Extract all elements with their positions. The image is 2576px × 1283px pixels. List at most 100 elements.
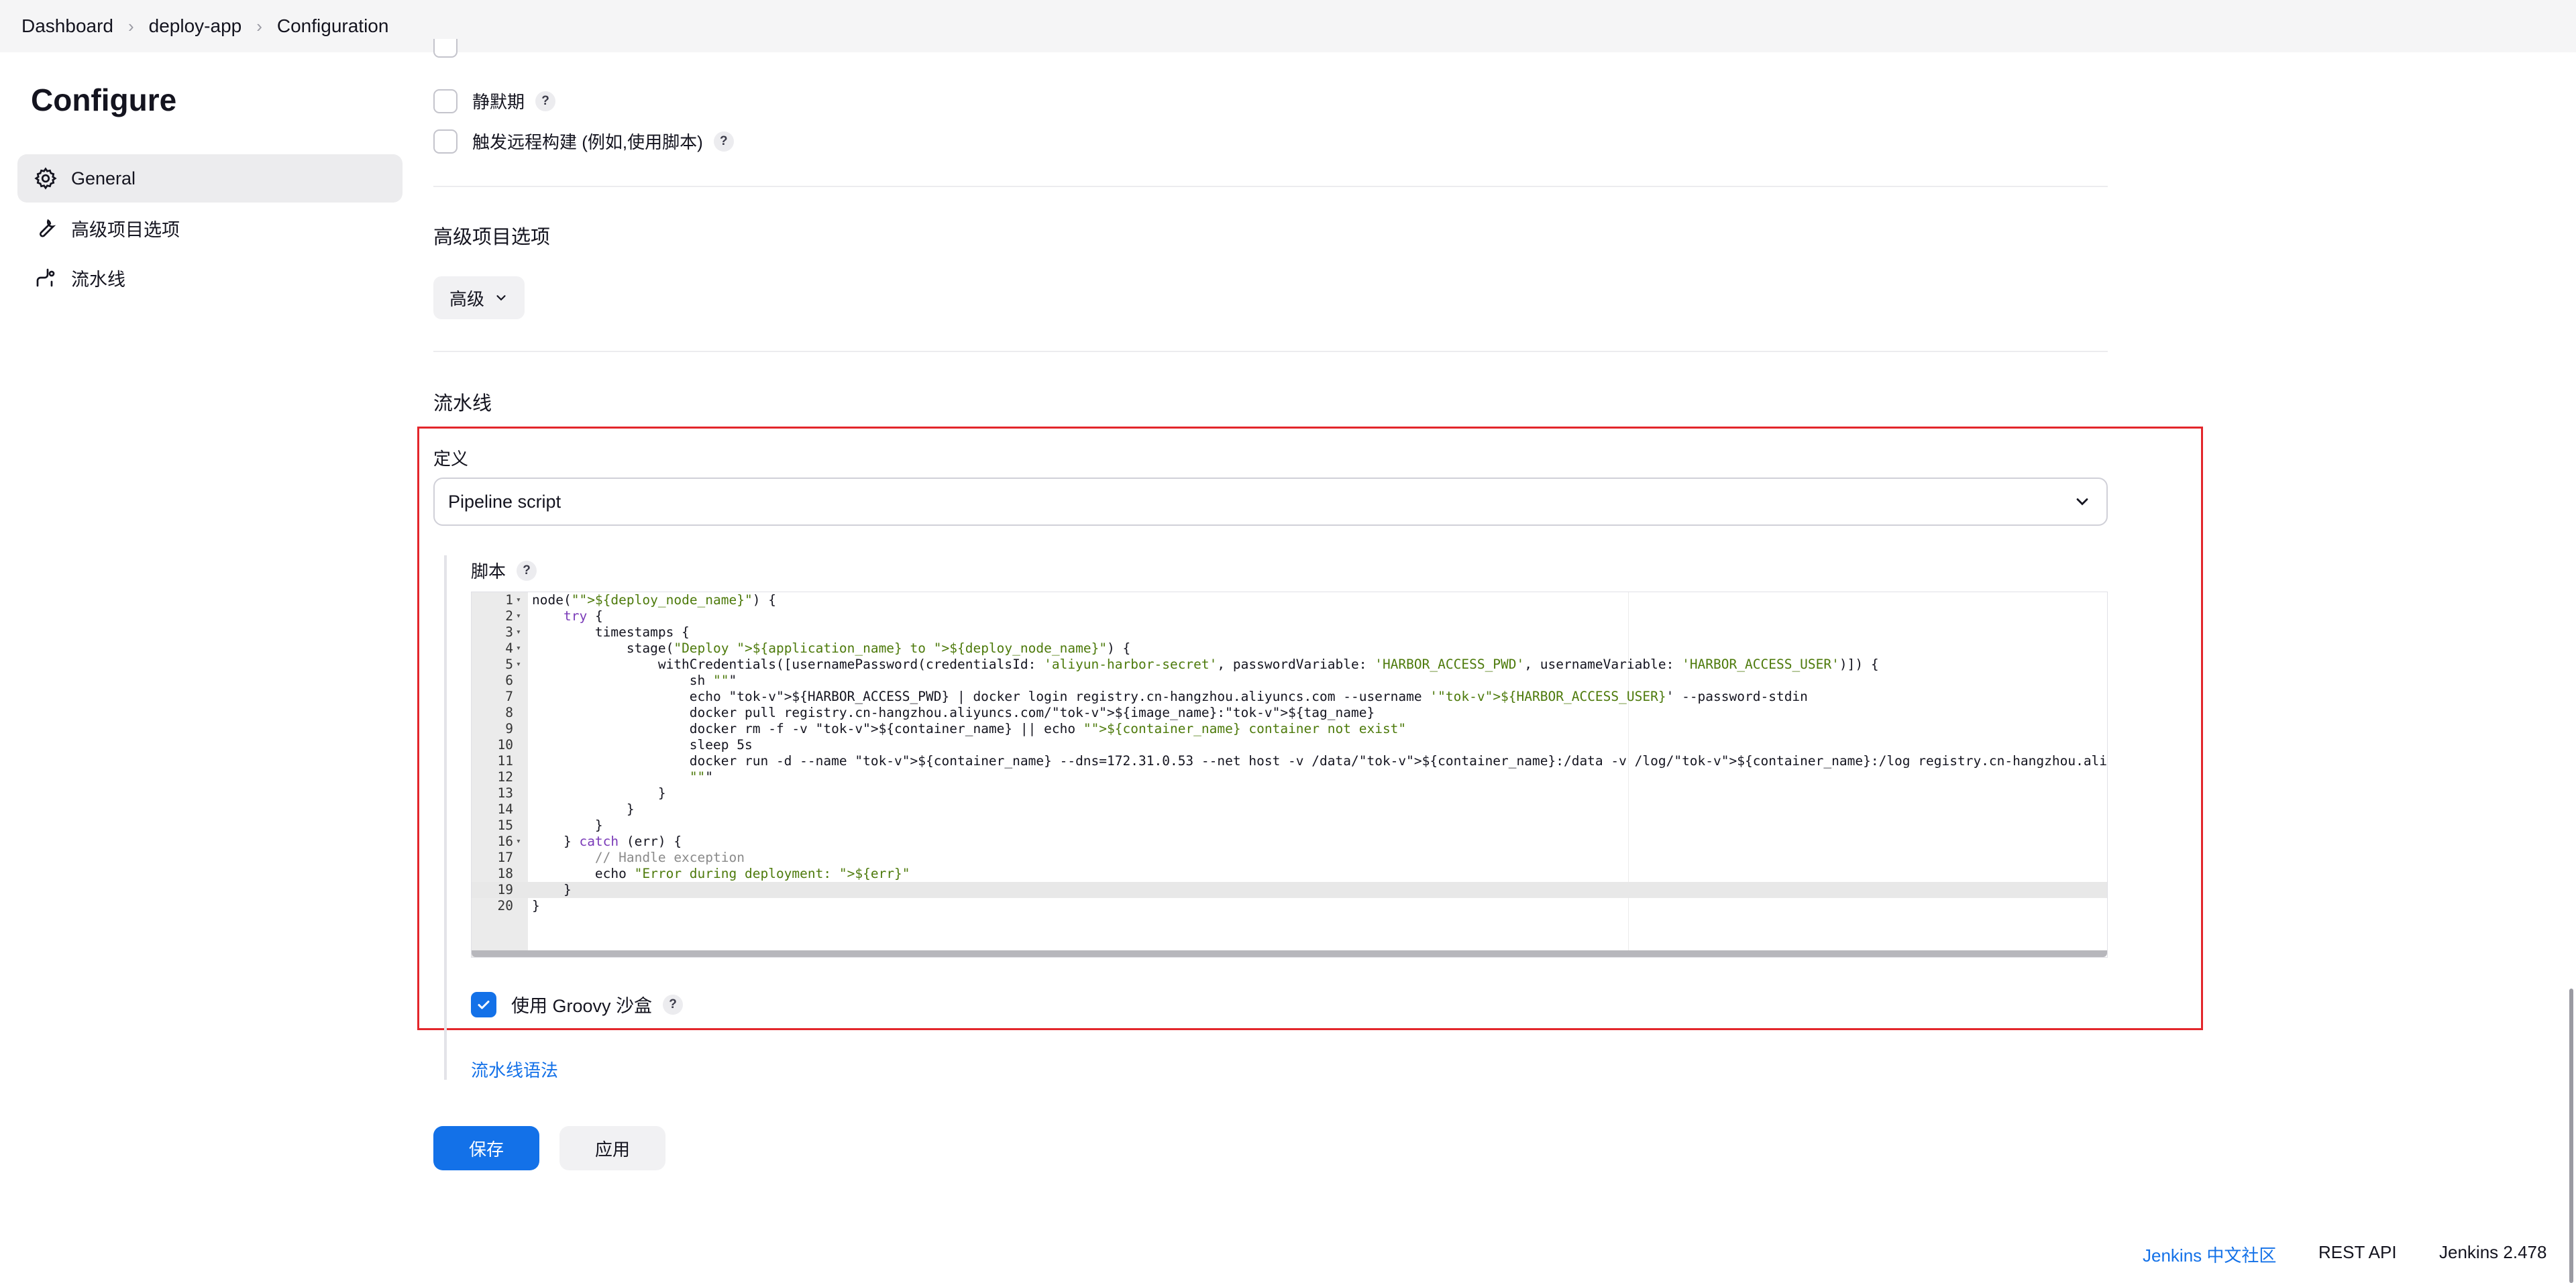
code-line[interactable]: 17 // Handle exception: [472, 850, 2107, 866]
nested-section-bar: [444, 555, 447, 1080]
sidebar-item-pipeline[interactable]: 流水线: [17, 254, 402, 302]
sandbox-row: 使用 Groovy 沙盒 ?: [471, 991, 684, 1017]
fold-toggle-icon[interactable]: ▾: [516, 624, 521, 640]
editor-lines: 1 ▾ node("">${deploy_node_name}") {2 ▾ try …: [472, 592, 2107, 914]
code-line[interactable]: 7 echo "tok-v">${HARBOR_ACCESS_PWD} | do…: [472, 689, 2107, 705]
code-text: sleep 5s: [532, 737, 753, 752]
divider: [433, 351, 2108, 352]
code-text: }: [532, 898, 540, 913]
footer-community-link[interactable]: Jenkins 中文社区: [2143, 1242, 2276, 1267]
script-editor[interactable]: 1 ▾ node("">${deploy_node_name}") {2 ▾ try …: [471, 592, 2108, 958]
sandbox-label: 使用 Groovy 沙盒: [511, 996, 653, 1016]
footer-version[interactable]: Jenkins 2.478: [2439, 1242, 2546, 1263]
remote-build-row: 触发远程构建 (例如,使用脚本) ?: [433, 129, 734, 154]
definition-label: 定义: [433, 449, 469, 469]
code-line[interactable]: 10 sleep 5s: [472, 737, 2107, 753]
code-line[interactable]: 12 """: [472, 769, 2107, 785]
checkmark-icon: [478, 1000, 490, 1009]
line-number: 1: [505, 592, 513, 608]
code-line[interactable]: 1 ▾ node("">${deploy_node_name}") {: [472, 592, 2107, 608]
code-text: }: [532, 882, 572, 897]
code-text: echo "Error during deployment: ">${err}": [532, 866, 910, 881]
help-icon[interactable]: ?: [535, 91, 556, 111]
code-line[interactable]: 19 }: [472, 882, 2107, 898]
code-line[interactable]: 14 }: [472, 801, 2107, 818]
line-number: 19: [497, 882, 513, 897]
code-text: withCredentials([usernamePassword(creden…: [532, 657, 1879, 672]
sidebar-item-label: 高级项目选项: [71, 219, 180, 240]
line-number: 7: [505, 689, 513, 704]
code-line[interactable]: 20}: [472, 898, 2107, 914]
definition-select[interactable]: Pipeline script: [433, 478, 2108, 526]
gear-icon: [32, 165, 59, 192]
sandbox-checkbox[interactable]: [471, 991, 496, 1017]
pipeline-icon: [32, 264, 59, 291]
line-number: 4: [505, 640, 513, 656]
code-line[interactable]: 18 echo "Error during deployment: ">${er…: [472, 866, 2107, 882]
help-icon[interactable]: ?: [663, 994, 684, 1015]
quiet-period-checkbox[interactable]: [433, 89, 458, 113]
code-text: }: [532, 785, 666, 801]
code-line[interactable]: 2 ▾ try {: [472, 608, 2107, 624]
code-line[interactable]: 4 ▾ stage("Deploy ">${application_name} t…: [472, 640, 2107, 657]
page-scrollbar[interactable]: [2569, 989, 2573, 1283]
breadcrumb-deploy-app[interactable]: deploy-app: [149, 15, 242, 37]
line-number: 8: [505, 705, 513, 720]
line-number: 2: [505, 608, 513, 624]
code-line[interactable]: 11 docker run -d --name "tok-v">${contai…: [472, 753, 2107, 769]
help-icon[interactable]: ?: [517, 560, 537, 581]
line-number: 9: [505, 721, 513, 736]
code-text: stage("Deploy ">${application_name} to "…: [532, 640, 1131, 656]
chevron-down-icon: [2073, 492, 2092, 516]
line-number: 20: [497, 898, 513, 913]
code-line[interactable]: 9 docker rm -f -v "tok-v">${container_na…: [472, 721, 2107, 737]
sidebar-item-advanced[interactable]: 高级项目选项: [17, 204, 402, 252]
fold-toggle-icon[interactable]: ▾: [516, 592, 521, 608]
sidebar-item-label: General: [71, 168, 136, 188]
remote-build-checkbox[interactable]: [433, 129, 458, 154]
pipeline-syntax-link[interactable]: 流水线语法: [471, 1057, 558, 1082]
line-number: 6: [505, 673, 513, 688]
fold-toggle-icon[interactable]: ▾: [516, 834, 521, 850]
pipeline-section-title: 流水线: [433, 393, 492, 414]
apply-button[interactable]: 应用: [559, 1126, 665, 1170]
help-icon[interactable]: ?: [713, 131, 734, 152]
code-line[interactable]: 3 ▾ timestamps {: [472, 624, 2107, 640]
breadcrumb-bar: Dashboard › deploy-app › Configuration: [0, 0, 2576, 52]
line-number: 17: [497, 850, 513, 865]
line-number: 18: [497, 866, 513, 881]
fold-toggle-icon[interactable]: ▾: [516, 657, 521, 673]
partial-checkbox[interactable]: [433, 39, 458, 58]
definition-select-value: Pipeline script: [448, 491, 561, 512]
advanced-button-label: 高级: [449, 288, 485, 309]
code-line[interactable]: 13 }: [472, 785, 2107, 801]
sidebar-item-general[interactable]: General: [17, 154, 402, 203]
code-line[interactable]: 15 }: [472, 818, 2107, 834]
code-text: node("">${deploy_node_name}") {: [532, 592, 776, 608]
wrench-icon: [32, 215, 59, 241]
code-text: docker pull registry.cn-hangzhou.aliyunc…: [532, 705, 1375, 720]
code-text: }: [532, 801, 635, 817]
code-line[interactable]: 6 sh """: [472, 673, 2107, 689]
code-line[interactable]: 16 ▾ } catch (err) {: [472, 834, 2107, 850]
breadcrumb-configuration: Configuration: [276, 15, 389, 36]
code-text: docker run -d --name "tok-v">${container…: [532, 753, 2108, 769]
sidebar: General 高级项目选项 流水线: [17, 154, 402, 303]
footer-rest-api-link[interactable]: REST API: [2318, 1242, 2397, 1263]
editor-horizontal-scrollbar[interactable]: [472, 950, 2107, 957]
code-text: }: [532, 818, 603, 833]
partial-option-row: [433, 39, 472, 59]
line-number: 10: [497, 737, 513, 752]
code-line[interactable]: 5 ▾ withCredentials([usernamePassword(cre…: [472, 657, 2107, 673]
fold-toggle-icon[interactable]: ▾: [516, 608, 521, 624]
code-text: echo "tok-v">${HARBOR_ACCESS_PWD} | dock…: [532, 689, 1808, 704]
fold-toggle-icon[interactable]: ▾: [516, 640, 521, 657]
advanced-button[interactable]: 高级: [433, 276, 525, 319]
breadcrumb-dashboard[interactable]: Dashboard: [21, 15, 113, 37]
save-button[interactable]: 保存: [433, 1126, 539, 1170]
code-line[interactable]: 8 docker pull registry.cn-hangzhou.aliyu…: [472, 705, 2107, 721]
line-number: 15: [497, 818, 513, 833]
chevron-down-icon: [494, 290, 508, 305]
script-label-row: 脚本 ?: [471, 558, 537, 583]
code-text: try {: [563, 608, 603, 624]
